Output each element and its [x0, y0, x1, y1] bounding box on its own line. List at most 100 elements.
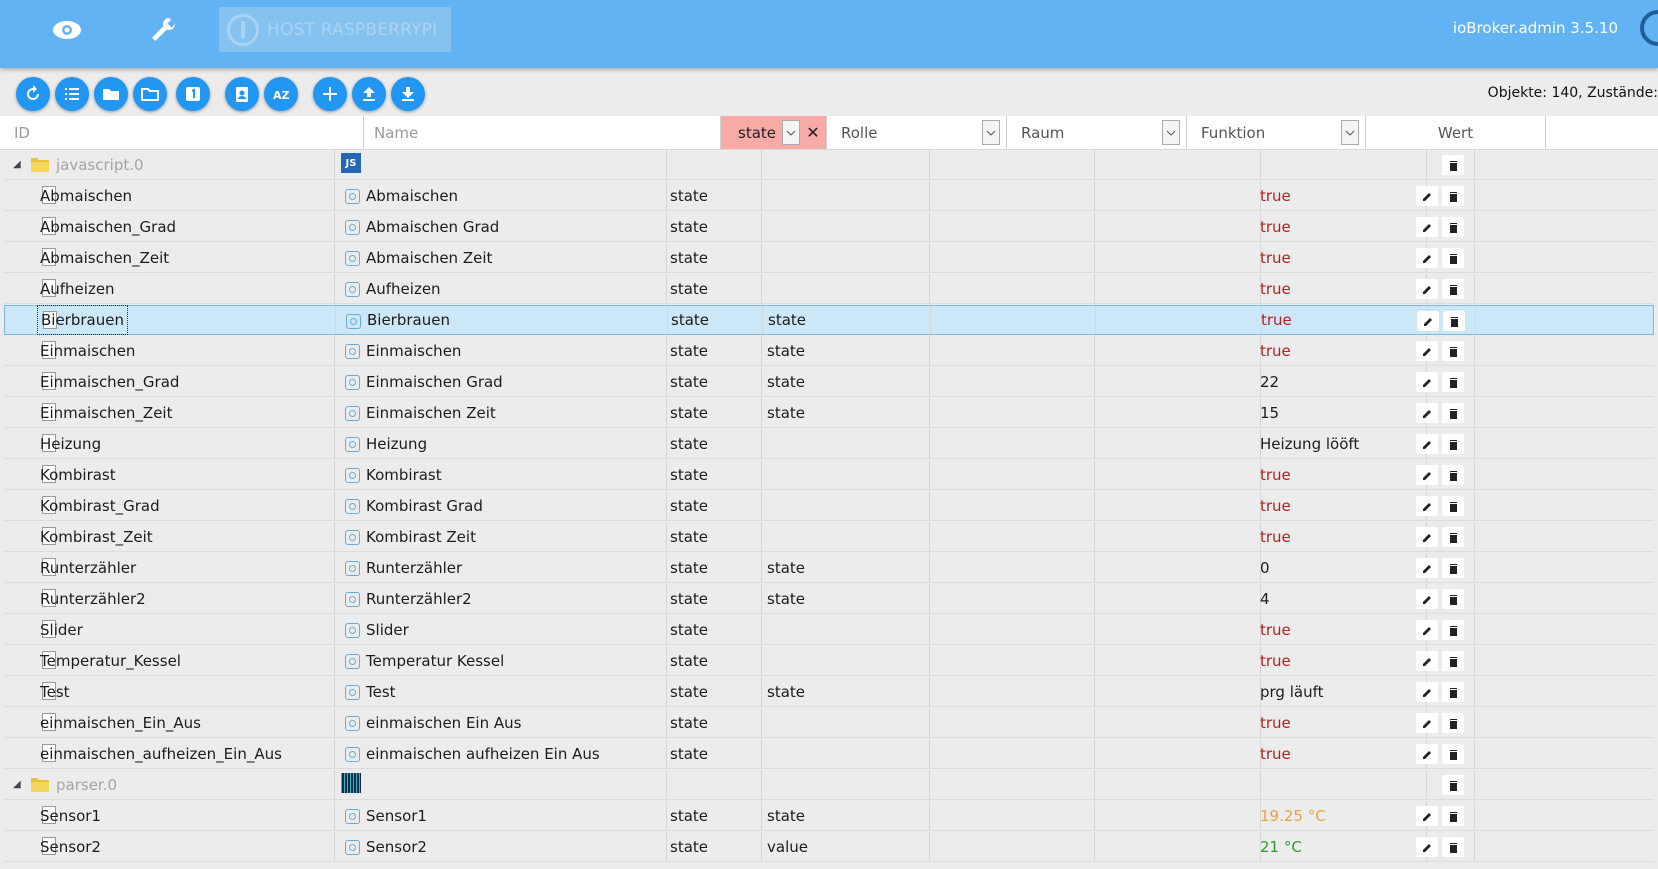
object-id[interactable]: Bierbrauen	[37, 305, 128, 335]
edit-button[interactable]	[1416, 558, 1438, 578]
delete-button[interactable]	[1442, 744, 1464, 764]
edit-button[interactable]	[1416, 279, 1438, 299]
edit-button[interactable]	[1416, 527, 1438, 547]
table-row[interactable]: Kombirast Kombirast state true	[4, 460, 1654, 490]
add-object-button[interactable]	[313, 77, 347, 111]
edit-button[interactable]	[1416, 589, 1438, 609]
table-row[interactable]: Abmaischen Abmaischen state true	[4, 181, 1654, 211]
edit-button[interactable]	[1416, 837, 1438, 857]
object-value[interactable]: true	[1260, 243, 1291, 272]
table-row[interactable]: Abmaischen_Grad Abmaischen Grad state true	[4, 212, 1654, 242]
delete-button[interactable]	[1442, 248, 1464, 268]
object-value[interactable]: 4	[1260, 584, 1270, 613]
expand-one-level-button[interactable]	[176, 77, 210, 111]
delete-button[interactable]	[1442, 155, 1464, 175]
table-row[interactable]: Temperatur_Kessel Temperatur Kessel state t…	[4, 646, 1654, 676]
edit-button[interactable]	[1416, 744, 1438, 764]
delete-button[interactable]	[1442, 279, 1464, 299]
object-value[interactable]: true	[1260, 739, 1291, 768]
list-view-button[interactable]	[55, 77, 89, 111]
object-value[interactable]: true	[1260, 336, 1291, 365]
tree-group-row[interactable]: ◢ javascript.0 JS	[4, 150, 1654, 180]
object-value[interactable]: true	[1260, 708, 1291, 737]
edit-button[interactable]	[1416, 186, 1438, 206]
delete-button[interactable]	[1442, 682, 1464, 702]
table-row[interactable]: Kombirast_Zeit Kombirast Zeit state true	[4, 522, 1654, 552]
delete-button[interactable]	[1442, 372, 1464, 392]
delete-button[interactable]	[1442, 403, 1464, 423]
table-row[interactable]: Sensor1 Sensor1 state state 19.25 °C	[4, 801, 1654, 831]
tree-group-row[interactable]: ◢ parser.0	[4, 770, 1654, 800]
object-value[interactable]: true	[1260, 646, 1291, 675]
object-value[interactable]: true	[1260, 460, 1291, 489]
delete-button[interactable]	[1442, 558, 1464, 578]
expand-caret-icon[interactable]: ◢	[13, 159, 21, 170]
chevron-down-icon[interactable]	[1341, 120, 1359, 145]
function-filter[interactable]: Funktion	[1187, 116, 1366, 149]
room-filter[interactable]: Raum	[1007, 116, 1187, 149]
chevron-down-icon[interactable]	[982, 120, 1000, 145]
object-value[interactable]: 21 °C	[1260, 832, 1302, 861]
download-button[interactable]	[391, 77, 425, 111]
edit-button[interactable]	[1416, 682, 1438, 702]
table-row[interactable]: Sensor2 Sensor2 state value 21 °C	[4, 832, 1654, 862]
delete-button[interactable]	[1442, 527, 1464, 547]
edit-button[interactable]	[1416, 248, 1438, 268]
table-row[interactable]: einmaischen_aufheizen_Ein_Aus einmaischen…	[4, 739, 1654, 769]
delete-button[interactable]	[1442, 806, 1464, 826]
edit-button[interactable]	[1416, 403, 1438, 423]
edit-button[interactable]	[1416, 372, 1438, 392]
table-row[interactable]: Abmaischen_Zeit Abmaischen Zeit state true	[4, 243, 1654, 273]
collapse-all-button[interactable]	[94, 77, 128, 111]
object-value[interactable]: 19.25 °C	[1260, 801, 1326, 830]
object-value[interactable]: true	[1260, 615, 1291, 644]
delete-button[interactable]	[1442, 589, 1464, 609]
clear-filter-icon[interactable]: ✕	[800, 123, 826, 142]
delete-button[interactable]	[1442, 217, 1464, 237]
type-filter[interactable]: state ✕	[721, 116, 827, 149]
delete-button[interactable]	[1442, 775, 1464, 795]
role-filter[interactable]: Rolle	[827, 116, 1007, 149]
object-value[interactable]: true	[1260, 491, 1291, 520]
edit-button[interactable]	[1416, 496, 1438, 516]
sort-button[interactable]: AZ	[264, 77, 298, 111]
table-row[interactable]: Runterzähler2 Runterzähler2 state state 4	[4, 584, 1654, 614]
expand-all-button[interactable]	[133, 77, 167, 111]
table-row[interactable]: Aufheizen Aufheizen state true	[4, 274, 1654, 304]
edit-button[interactable]	[1416, 806, 1438, 826]
object-value[interactable]: 22	[1260, 367, 1279, 396]
name-filter-input[interactable]	[364, 116, 720, 149]
table-row[interactable]: Einmaischen_Zeit Einmaischen Zeit state sta…	[4, 398, 1654, 428]
table-row[interactable]: Kombirast_Grad Kombirast Grad state true	[4, 491, 1654, 521]
object-value[interactable]: Heizung lööft	[1260, 429, 1359, 458]
delete-button[interactable]	[1442, 186, 1464, 206]
edit-button[interactable]	[1416, 341, 1438, 361]
edit-button[interactable]	[1416, 620, 1438, 640]
table-row[interactable]: Slider Slider state true	[4, 615, 1654, 645]
object-value[interactable]: 0	[1260, 553, 1270, 582]
delete-button[interactable]	[1442, 620, 1464, 640]
table-row[interactable]: Einmaischen Einmaischen state state true	[4, 336, 1654, 366]
table-row[interactable]: Bierbrauen Bierbrauen state state true	[4, 305, 1654, 335]
delete-button[interactable]	[1442, 651, 1464, 671]
delete-button[interactable]	[1442, 434, 1464, 454]
object-value[interactable]: true	[1261, 306, 1292, 334]
edit-button[interactable]	[1416, 217, 1438, 237]
chevron-down-icon[interactable]	[782, 120, 800, 145]
table-row[interactable]: Einmaischen_Grad Einmaischen Grad state sta…	[4, 367, 1654, 397]
object-value[interactable]: prg läuft	[1260, 677, 1323, 706]
delete-button[interactable]	[1442, 713, 1464, 733]
delete-button[interactable]	[1442, 341, 1464, 361]
delete-button[interactable]	[1442, 496, 1464, 516]
expand-caret-icon[interactable]: ◢	[13, 779, 21, 790]
refresh-button[interactable]	[16, 77, 50, 111]
id-filter-input[interactable]	[4, 116, 363, 149]
delete-button[interactable]	[1443, 311, 1465, 331]
table-row[interactable]: Runterzähler Runterzähler state state 0	[4, 553, 1654, 583]
edit-button[interactable]	[1416, 465, 1438, 485]
host-selector[interactable]: HOST RASPBERRYPI	[219, 7, 451, 52]
wrench-icon[interactable]	[140, 10, 186, 50]
table-row[interactable]: Heizung Heizung state Heizung lööft	[4, 429, 1654, 459]
edit-button[interactable]	[1416, 651, 1438, 671]
edit-button[interactable]	[1417, 311, 1439, 331]
